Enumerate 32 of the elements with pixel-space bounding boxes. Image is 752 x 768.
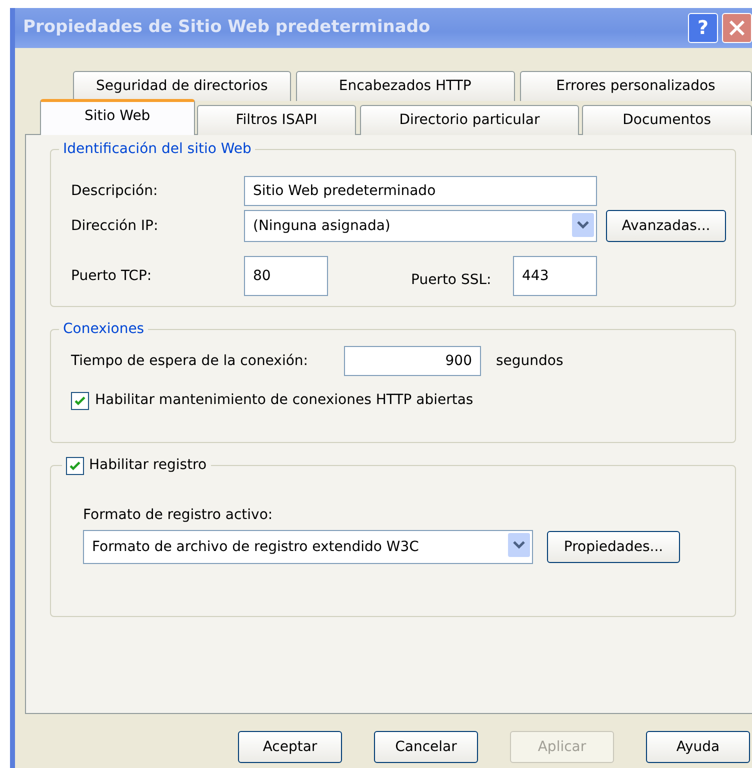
checkbox[interactable] bbox=[66, 456, 84, 474]
ip-dropdown[interactable]: (Ninguna asignada) bbox=[244, 210, 597, 242]
dialog-button[interactable]: Ayuda bbox=[646, 731, 750, 763]
dialog-button[interactable]: Aceptar bbox=[238, 731, 342, 763]
tab[interactable]: Filtros ISAPI bbox=[196, 105, 356, 135]
field-label: Puerto TCP: bbox=[71, 266, 153, 286]
tab[interactable]: Documentos bbox=[582, 105, 752, 135]
help-button[interactable]: ? bbox=[688, 13, 718, 43]
tab[interactable]: Encabezados HTTP bbox=[296, 71, 515, 101]
field-label: Puerto SSL: bbox=[411, 270, 492, 290]
window-title: Propiedades de Sitio Web predeterminado bbox=[23, 16, 430, 40]
dialog-button[interactable]: Cancelar bbox=[374, 731, 478, 763]
tab[interactable]: Directorio particular bbox=[360, 105, 579, 135]
unit-label: segundos bbox=[496, 352, 564, 370]
tab[interactable]: Errores personalizados bbox=[520, 71, 752, 101]
advanced-button[interactable]: Avanzadas... bbox=[606, 210, 726, 242]
ssl-port-field[interactable]: 443 bbox=[513, 256, 597, 296]
checkbox-label: Habilitar registro bbox=[89, 456, 207, 475]
timeout-field[interactable]: 900 bbox=[344, 346, 481, 376]
field-label: Formato de registro activo: bbox=[83, 506, 273, 525]
field-label: Dirección IP: bbox=[71, 216, 160, 236]
tab[interactable]: Sitio Web bbox=[40, 99, 195, 135]
checkbox-label: Habilitar mantenimiento de conexiones HTTP abiertas bbox=[95, 391, 474, 410]
close-icon[interactable] bbox=[722, 13, 752, 43]
description-field[interactable]: Sitio Web predeterminado bbox=[244, 176, 597, 206]
log-format-dropdown[interactable]: Formato de archivo de registro extendido W3C bbox=[83, 530, 533, 564]
field-label: Tiempo de espera de la conexión: bbox=[71, 352, 310, 370]
field-label: Descripción: bbox=[71, 182, 159, 200]
tcp-port-field[interactable]: 80 bbox=[244, 256, 328, 296]
checkbox[interactable] bbox=[71, 392, 89, 410]
properties-button[interactable]: Propiedades... bbox=[547, 531, 680, 563]
tab[interactable]: Seguridad de directorios bbox=[73, 71, 291, 101]
